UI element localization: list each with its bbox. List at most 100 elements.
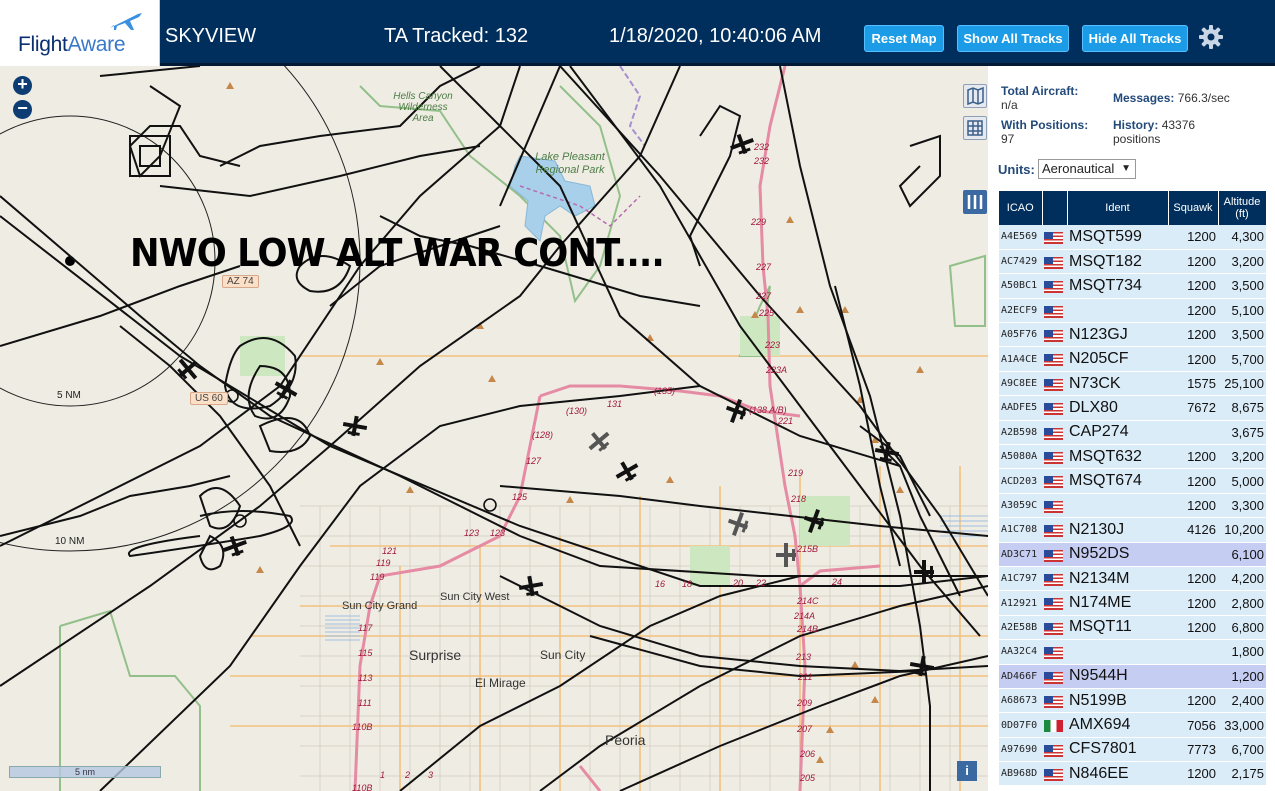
road-number: 119 (370, 572, 385, 582)
ident-cell: N2130J (1067, 517, 1168, 543)
urban-grid (300, 505, 988, 791)
us-flag-icon (1044, 549, 1063, 562)
squawk-cell: 1200 (1168, 566, 1218, 592)
table-row[interactable]: A50BC1 MSQT734 1200 3,500 (999, 273, 1266, 299)
flag-cell (1042, 712, 1067, 738)
ident-cell: MSQT599 (1067, 225, 1168, 250)
table-row[interactable]: AC7429 MSQT182 1200 3,200 (999, 249, 1266, 275)
squawk-cell: 7672 (1168, 395, 1218, 421)
table-row[interactable]: ACD203 MSQT674 1200 5,000 (999, 468, 1266, 494)
flag-cell (1042, 664, 1067, 689)
table-row[interactable]: AB968D N846EE 1200 2,175 (999, 761, 1266, 787)
table-row[interactable]: A1C708 N2130J 4126 10,200 (999, 517, 1266, 543)
map-scale-bar: 5 nm (9, 766, 161, 778)
road-number: 110B (352, 722, 373, 732)
us-flag-icon (1044, 695, 1063, 708)
us-flag-icon (1044, 500, 1063, 513)
table-row[interactable]: AA32C4 1,800 (999, 639, 1266, 665)
label-sun-city-grand: Sun City Grand (342, 600, 418, 612)
logo-plane-icon (110, 13, 142, 30)
reset-map-button[interactable]: Reset Map (864, 25, 944, 52)
map-layers-button[interactable] (963, 84, 987, 108)
table-row[interactable]: A05F76 N123GJ 1200 3,500 (999, 322, 1266, 348)
table-row[interactable]: A2ECF9 1200 5,100 (999, 298, 1266, 324)
road-number: 125 (512, 492, 528, 502)
road-number: 227 (756, 262, 772, 272)
stat-positions-value: 97 (1001, 132, 1015, 146)
icao-cell: A3059C (999, 493, 1042, 519)
zoom-out-button[interactable]: − (13, 99, 32, 119)
table-row[interactable]: A12921 N174ME 1200 2,800 (999, 590, 1266, 616)
icao-cell: ACD203 (999, 468, 1042, 494)
label-peoria: Peoria (605, 732, 646, 748)
col-header-ident[interactable]: Ident (1067, 191, 1169, 225)
road-number: 1 (380, 770, 386, 780)
table-row[interactable]: A5080A MSQT632 1200 3,200 (999, 444, 1266, 470)
altitude-cell: 5,100 (1218, 298, 1266, 324)
range-ring-label-5nm: 5 NM (57, 390, 81, 401)
ident-cell: CFS7801 (1067, 737, 1168, 763)
icao-cell: A4E569 (999, 225, 1042, 250)
icao-cell: A1A4CE (999, 346, 1042, 372)
flag-cell (1042, 566, 1067, 592)
ident-cell: N174ME (1067, 590, 1168, 616)
icao-cell: A12921 (999, 590, 1042, 616)
altitude-cell: 5,000 (1218, 468, 1266, 494)
table-row[interactable]: A1C797 N2134M 1200 4,200 (999, 566, 1266, 592)
ident-cell: N846EE (1067, 761, 1168, 787)
altitude-cell: 2,175 (1218, 761, 1266, 787)
table-row[interactable]: A3059C 1200 3,300 (999, 493, 1266, 519)
map-view[interactable]: NWO LOW ALT WAR CONT.... Hells Canyon Wi… (0, 66, 988, 791)
map-icon (967, 86, 984, 106)
col-header-icao[interactable]: ICAO (999, 191, 1043, 225)
road-number: 209 (797, 698, 813, 708)
table-row[interactable]: AADFE5 DLX80 7672 8,675 (999, 395, 1266, 421)
us-flag-icon (1044, 305, 1063, 318)
table-row[interactable]: AD466F N9544H 1,200 (999, 664, 1266, 689)
hide-all-tracks-button[interactable]: Hide All Tracks (1082, 25, 1188, 52)
flag-cell (1042, 249, 1067, 275)
grid-toggle-button[interactable] (963, 116, 987, 140)
label-hells-canyon: Hells Canyon Wilderness Area (393, 91, 453, 124)
info-icon[interactable]: i (957, 761, 977, 781)
columns-toggle-button[interactable] (963, 190, 987, 214)
us-flag-icon (1044, 232, 1063, 245)
ident-cell: MSQT632 (1067, 444, 1168, 470)
road-number: (135) (654, 386, 676, 396)
road-number: 214C (797, 596, 819, 606)
gear-icon[interactable] (1198, 24, 1224, 50)
ident-cell: MSQT182 (1067, 249, 1168, 275)
altitude-cell: 5,700 (1218, 346, 1266, 372)
zoom-in-button[interactable]: + (13, 75, 32, 95)
ident-cell: N123GJ (1067, 322, 1168, 348)
table-row[interactable]: A2E58B MSQT11 1200 6,800 (999, 615, 1266, 641)
units-select[interactable]: Aeronautical ▼ (1038, 159, 1136, 179)
road-number: 3 (428, 770, 434, 780)
squawk-cell: 1200 (1168, 615, 1218, 641)
col-header-altitude[interactable]: Altitude (ft) (1218, 191, 1267, 225)
road-number: 110B (352, 783, 373, 791)
table-row[interactable]: A4E569 MSQT599 1200 4,300 (999, 225, 1266, 250)
show-all-tracks-button[interactable]: Show All Tracks (957, 25, 1069, 52)
stat-messages-value: 766.3/sec (1177, 91, 1230, 105)
table-row[interactable]: A2B598 CAP274 3,675 (999, 420, 1266, 446)
table-row[interactable]: A97690 CFS7801 7773 6,700 (999, 737, 1266, 763)
squawk-cell: 1200 (1168, 346, 1218, 372)
col-header-flag[interactable] (1042, 191, 1068, 225)
flag-cell (1042, 346, 1067, 372)
chevron-down-icon: ▼ (1121, 163, 1131, 174)
road-number: 123 (464, 528, 480, 538)
altitude-cell: 3,200 (1218, 444, 1266, 470)
table-row[interactable]: A9C8EE N73CK 1575 25,100 (999, 371, 1266, 397)
table-header-row: ICAO Ident Squawk Altitude (ft) (999, 191, 1267, 225)
table-row[interactable]: A1A4CE N205CF 1200 5,700 (999, 346, 1266, 372)
road-number: 229 (751, 217, 767, 227)
flightaware-logo[interactable]: FlightAware (0, 0, 160, 66)
table-row[interactable]: 0D07F0 AMX694 7056 33,000 (999, 712, 1266, 738)
table-row[interactable]: AD3C71 N952DS 6,100 (999, 542, 1266, 567)
table-row[interactable]: A68673 N5199B 1200 2,400 (999, 688, 1266, 714)
road-number: (130) (566, 406, 588, 416)
sidebar-panel: Total Aircraft: n/a Messages: 766.3/sec … (988, 66, 1275, 791)
flag-cell (1042, 225, 1067, 250)
col-header-squawk[interactable]: Squawk (1168, 191, 1219, 225)
